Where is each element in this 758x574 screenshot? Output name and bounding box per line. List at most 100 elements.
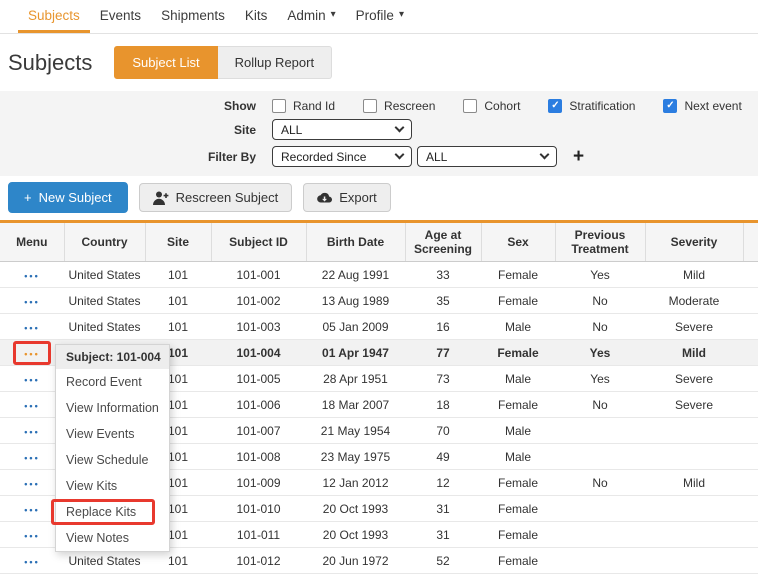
checkbox-next-event[interactable]: ✓ Next event <box>663 99 741 113</box>
cell-previous-treatment <box>555 522 645 548</box>
rescreen-subject-label: Rescreen Subject <box>176 190 279 205</box>
cell-age: 49 <box>405 444 481 470</box>
context-menu-item-view-kits[interactable]: View Kits <box>56 473 169 499</box>
cell-sex: Female <box>481 340 555 366</box>
cell-sex: Female <box>481 392 555 418</box>
checkbox-label: Next event <box>684 99 741 113</box>
cell-birth-date: 23 May 1975 <box>306 444 405 470</box>
cell-severity: Moderate <box>645 288 743 314</box>
checkbox-label: Cohort <box>484 99 520 113</box>
context-menu-item-view-information[interactable]: View Information <box>56 395 169 421</box>
export-button[interactable]: Export <box>303 183 391 212</box>
cell-age: 31 <box>405 522 481 548</box>
cell-empty <box>743 548 758 574</box>
subject-list-button[interactable]: Subject List <box>114 46 217 79</box>
checkbox-cohort[interactable]: Cohort <box>463 99 520 113</box>
cell-sex: Female <box>481 470 555 496</box>
page-title: Subjects <box>8 50 92 76</box>
row-menu-icon[interactable]: ••• <box>24 297 39 307</box>
cell-previous-treatment <box>555 548 645 574</box>
row-menu-icon[interactable]: ••• <box>24 375 39 385</box>
filter-by-selects: Recorded Since ALL + <box>272 146 584 167</box>
chevron-down-icon <box>395 123 405 133</box>
filter-by-row: Filter By Recorded Since ALL + <box>0 146 758 167</box>
column-header-age-at-screening: Age at Screening <box>405 222 481 262</box>
nav-item-events[interactable]: Events <box>90 0 151 33</box>
cell-age: 31 <box>405 496 481 522</box>
cell-severity <box>645 496 743 522</box>
column-header-severity: Severity <box>645 222 743 262</box>
row-menu-icon[interactable]: ••• <box>24 479 39 489</box>
checkbox-rand-id[interactable]: Rand Id <box>272 99 335 113</box>
cell-severity: Mild <box>645 470 743 496</box>
cell-empty <box>743 392 758 418</box>
cell-previous-treatment: Yes <box>555 366 645 392</box>
add-filter-icon[interactable]: + <box>573 147 584 166</box>
cell-age: 77 <box>405 340 481 366</box>
row-menu-icon[interactable]: ••• <box>24 323 39 333</box>
cell-site: 101 <box>145 262 211 288</box>
row-menu-icon[interactable]: ••• <box>24 401 39 411</box>
row-menu-icon[interactable]: ••• <box>24 531 39 541</box>
show-label: Show <box>0 99 272 113</box>
context-menu-item-view-schedule[interactable]: View Schedule <box>56 447 169 473</box>
page-header: Subjects Subject ListRollup Report <box>0 34 758 91</box>
new-subject-label: New Subject <box>39 190 112 205</box>
cell-previous-treatment <box>555 444 645 470</box>
filter-field-select[interactable]: Recorded Since <box>272 146 412 167</box>
checkbox-stratification[interactable]: ✓Stratification <box>548 99 635 113</box>
nav-item-profile[interactable]: Profile▾ <box>346 0 414 33</box>
table-row-101-002: •••United States101101-00213 Aug 198935F… <box>0 288 758 314</box>
checkbox-unchecked-icon <box>463 99 477 113</box>
nav-item-subjects[interactable]: Subjects <box>18 0 90 33</box>
check-icon: ✓ <box>666 101 674 111</box>
chevron-down-icon: ▾ <box>331 10 336 20</box>
cell-previous-treatment: No <box>555 314 645 340</box>
cell-birth-date: 20 Oct 1993 <box>306 522 405 548</box>
rescreen-subject-button[interactable]: Rescreen Subject <box>139 183 293 212</box>
row-menu-icon[interactable]: ••• <box>24 349 39 359</box>
checkbox-rescreen[interactable]: Rescreen <box>363 99 435 113</box>
row-menu-icon[interactable]: ••• <box>24 427 39 437</box>
context-menu-item-replace-kits[interactable]: Replace Kits <box>51 499 155 525</box>
new-subject-button[interactable]: + New Subject <box>8 182 128 213</box>
export-label: Export <box>339 190 377 205</box>
cell-subject-id: 101-008 <box>211 444 306 470</box>
rollup-report-button[interactable]: Rollup Report <box>218 46 333 79</box>
column-header-sex: Sex <box>481 222 555 262</box>
cell-severity: Severe <box>645 392 743 418</box>
table-row-101-001: •••United States101101-00122 Aug 199133F… <box>0 262 758 288</box>
site-select[interactable]: ALL <box>272 119 412 140</box>
row-menu-icon[interactable]: ••• <box>24 505 39 515</box>
nav-item-label: Shipments <box>161 8 225 23</box>
row-menu-icon[interactable]: ••• <box>24 271 39 281</box>
chevron-down-icon <box>540 150 550 160</box>
check-icon: ✓ <box>551 101 559 111</box>
cell-site: 101 <box>145 288 211 314</box>
nav-item-kits[interactable]: Kits <box>235 0 278 33</box>
cell-sex: Female <box>481 548 555 574</box>
show-filter-row: Show Rand Id Rescreen Cohort ✓Stratificatio… <box>0 99 758 113</box>
row-menu-icon[interactable]: ••• <box>24 557 39 567</box>
context-menu-item-view-notes[interactable]: View Notes <box>56 525 169 551</box>
cell-empty <box>743 262 758 288</box>
checkbox-label: Rescreen <box>384 99 435 113</box>
context-menu-item-record-event[interactable]: Record Event <box>56 369 169 395</box>
filter-value: ALL <box>426 150 447 164</box>
cell-previous-treatment: No <box>555 470 645 496</box>
cell-subject-id: 101-011 <box>211 522 306 548</box>
row-menu-icon[interactable]: ••• <box>24 453 39 463</box>
cell-subject-id: 101-004 <box>211 340 306 366</box>
cell-empty <box>743 366 758 392</box>
site-label: Site <box>0 123 272 137</box>
chevron-down-icon: ▾ <box>399 10 404 20</box>
context-menu-item-view-events[interactable]: View Events <box>56 421 169 447</box>
nav-item-label: Kits <box>245 8 268 23</box>
filter-value-select[interactable]: ALL <box>417 146 557 167</box>
cell-previous-treatment: No <box>555 392 645 418</box>
nav-item-shipments[interactable]: Shipments <box>151 0 235 33</box>
cell-sex: Female <box>481 262 555 288</box>
cell-empty <box>743 314 758 340</box>
nav-item-admin[interactable]: Admin▾ <box>277 0 345 33</box>
context-menu: Subject: 101-004 Record EventView Inform… <box>55 344 170 552</box>
